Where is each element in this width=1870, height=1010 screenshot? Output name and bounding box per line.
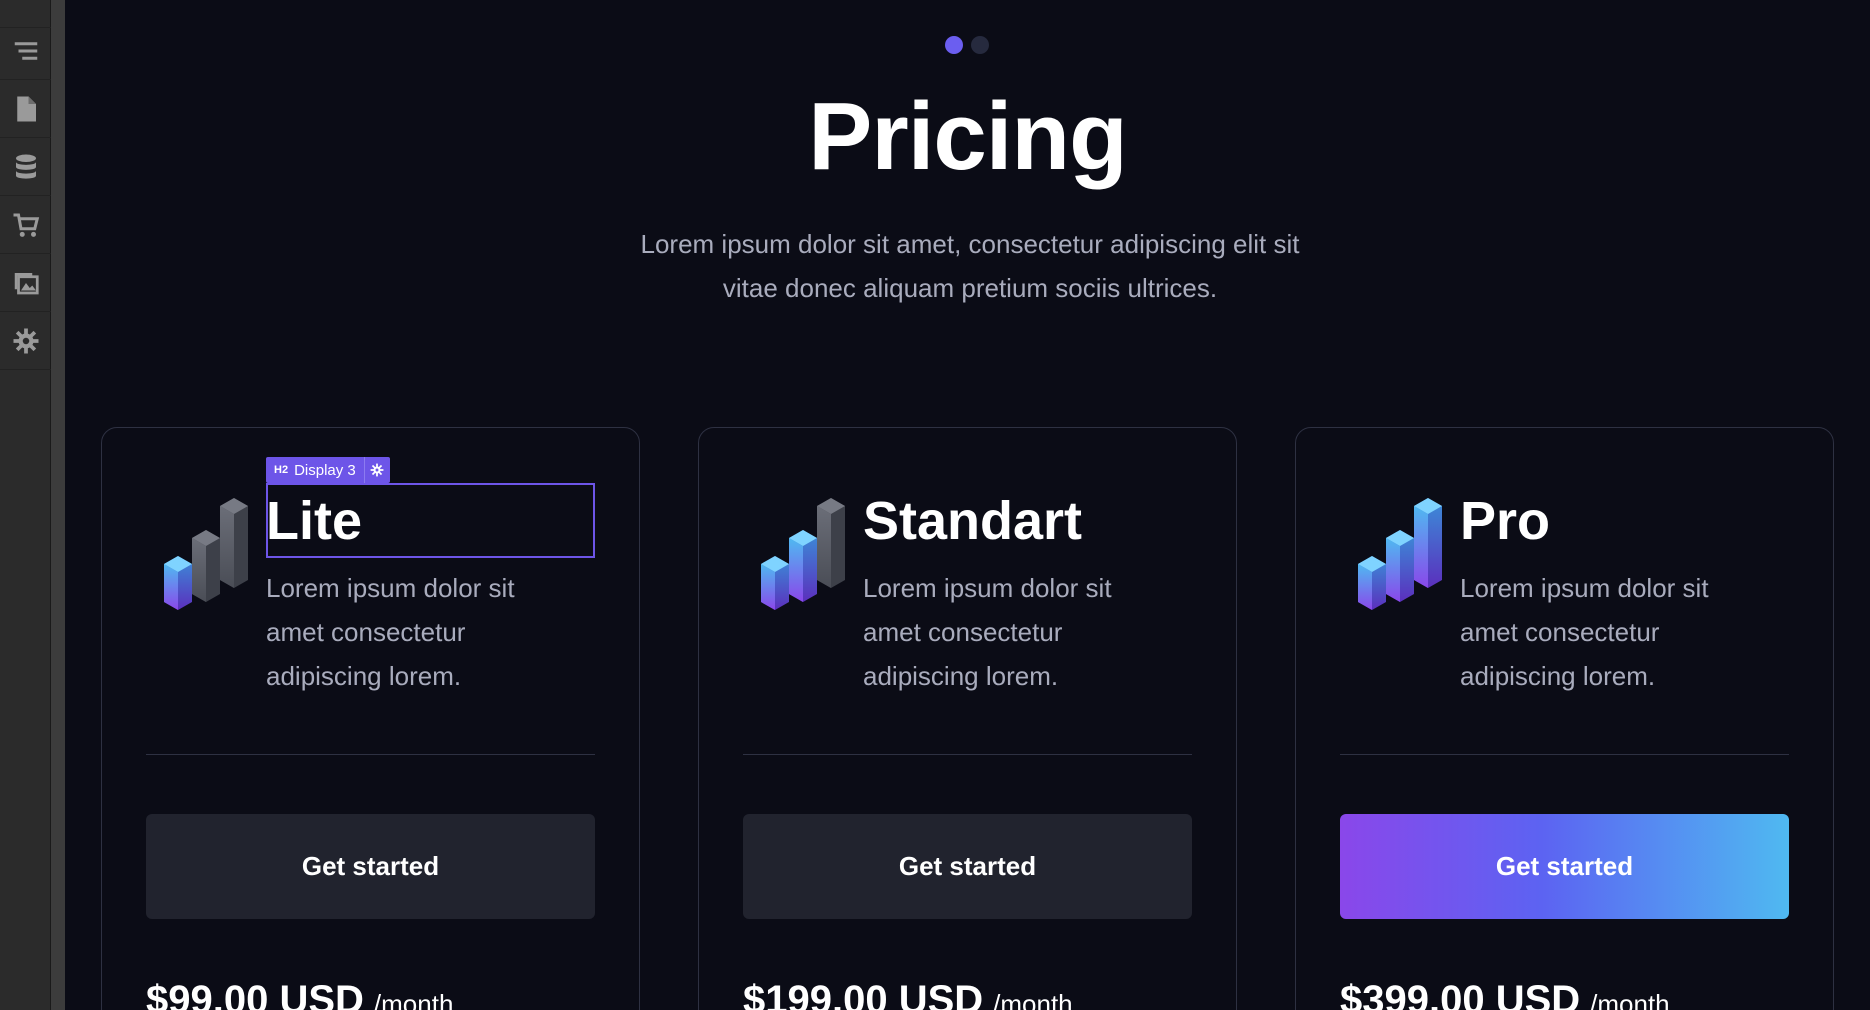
selection-badge[interactable]: H2 Display 3 xyxy=(266,457,390,483)
sidebar-item-navigator[interactable] xyxy=(0,22,51,80)
pages-icon xyxy=(16,96,36,121)
settings-gear-icon xyxy=(13,328,38,353)
navigator-icon xyxy=(14,41,37,60)
heading-tag: H2 xyxy=(274,464,289,476)
carousel-dot[interactable] xyxy=(971,36,989,54)
sidebar-item-settings[interactable] xyxy=(0,312,51,370)
plan-price: $199.00 USD/month xyxy=(743,978,1073,1010)
bars-chart-icon xyxy=(164,498,248,610)
page-title: Pricing xyxy=(808,83,1127,190)
plan-name[interactable]: Pro xyxy=(1460,488,1550,554)
sidebar-resize-strip xyxy=(51,0,65,1010)
element-settings-button[interactable] xyxy=(363,457,390,483)
element-style-label[interactable]: H2 Display 3 xyxy=(266,457,364,483)
plan-description: Lorem ipsum dolor sit amet consectetur a… xyxy=(1460,573,1709,691)
page-subtitle: Lorem ipsum dolor sit amet, consectetur … xyxy=(640,229,1300,303)
card-divider xyxy=(146,754,595,755)
price-amount: $199.00 USD xyxy=(743,978,984,1010)
plan-name[interactable]: Standart xyxy=(863,488,1082,554)
card-divider xyxy=(743,754,1192,755)
pricing-card-lite: Lite Lorem ipsum dolor sit amet consecte… xyxy=(101,427,640,1010)
sidebar-item-pages[interactable] xyxy=(0,80,51,138)
editor-sidebar xyxy=(0,0,51,1010)
sidebar-item-ecommerce[interactable] xyxy=(0,196,51,254)
box-icon xyxy=(11,0,41,14)
get-started-button[interactable]: Get started xyxy=(743,814,1192,919)
assets-icon xyxy=(14,272,39,294)
pricing-card-pro: Pro Lorem ipsum dolor sit amet consectet… xyxy=(1295,427,1834,1010)
get-started-button[interactable]: Get started xyxy=(146,814,595,919)
plan-description: Lorem ipsum dolor sit amet consectetur a… xyxy=(266,573,515,691)
price-amount: $399.00 USD xyxy=(1340,978,1581,1010)
carousel-dots xyxy=(945,36,989,54)
card-divider xyxy=(1340,754,1789,755)
gear-icon xyxy=(370,463,384,477)
ecommerce-cart-icon xyxy=(13,213,39,237)
pricing-card-standart: Standart Lorem ipsum dolor sit amet cons… xyxy=(698,427,1237,1010)
price-period: /month xyxy=(373,989,454,1010)
sidebar-item-cms[interactable] xyxy=(0,138,51,196)
plan-price: $99.00 USD/month xyxy=(146,978,453,1010)
bars-chart-icon xyxy=(761,498,845,610)
price-period: /month xyxy=(993,989,1073,1010)
plan-description: Lorem ipsum dolor sit amet consectetur a… xyxy=(863,573,1112,691)
carousel-dot-active[interactable] xyxy=(945,36,963,54)
style-name: Display 3 xyxy=(294,461,356,479)
get-started-button[interactable]: Get started xyxy=(1340,814,1789,919)
price-period: /month xyxy=(1590,989,1670,1010)
plan-price: $399.00 USD/month xyxy=(1340,978,1670,1010)
cms-database-icon xyxy=(15,154,36,179)
bars-chart-icon xyxy=(1358,498,1442,610)
plan-name[interactable]: Lite xyxy=(266,488,362,554)
price-amount: $99.00 USD xyxy=(146,978,364,1010)
sidebar-item-assets[interactable] xyxy=(0,254,51,312)
